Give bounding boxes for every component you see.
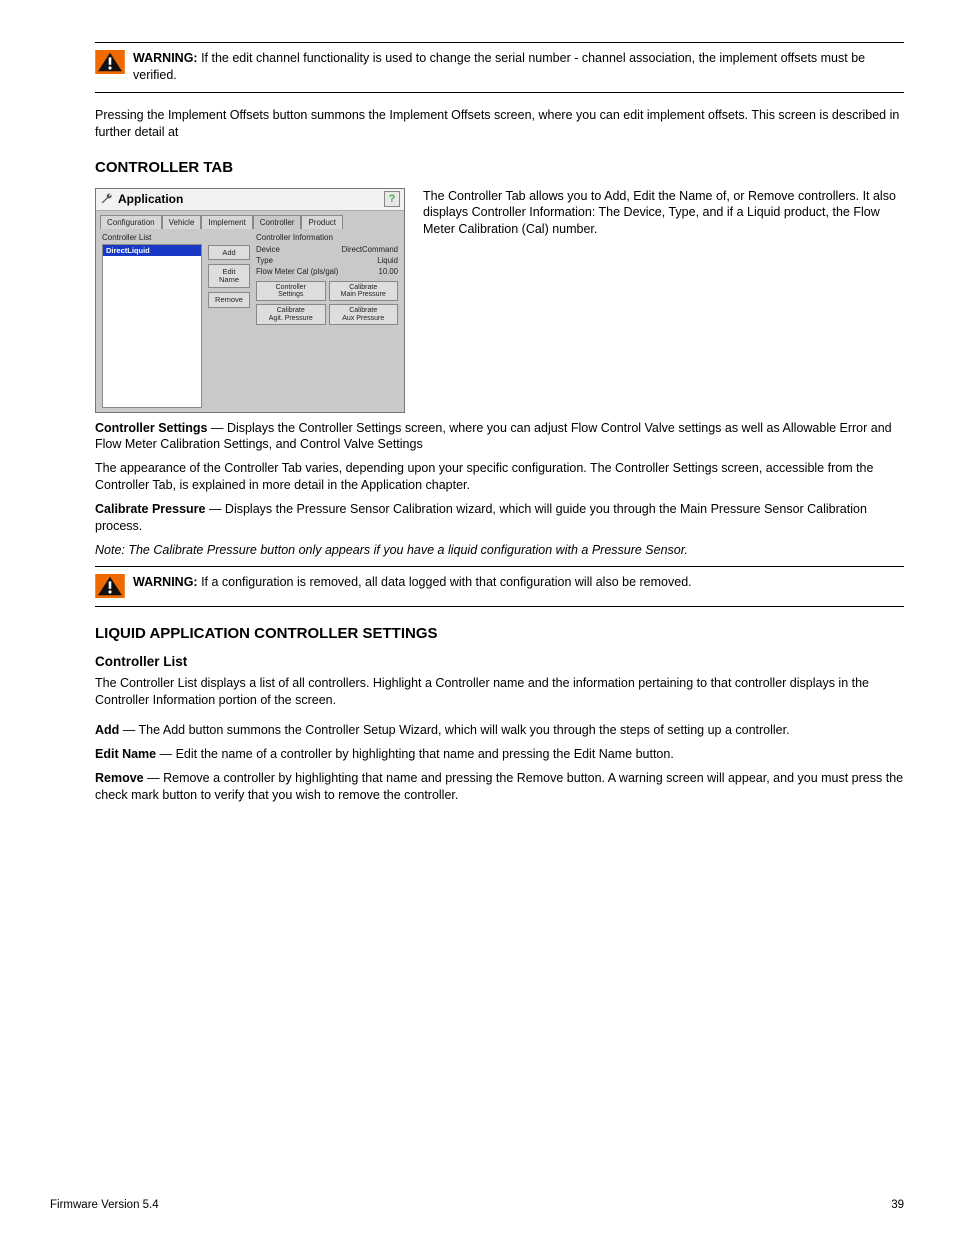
warning-icon bbox=[95, 50, 125, 74]
app-title: Application bbox=[118, 192, 183, 206]
term-controller-settings: Controller Settings — Displays the Contr… bbox=[95, 420, 904, 454]
implement-offsets-para: Pressing the Implement Offsets button su… bbox=[95, 107, 904, 141]
device-value: DirectCommand bbox=[342, 245, 398, 254]
edit-name-button[interactable]: Edit Name bbox=[208, 264, 250, 288]
type-value: Liquid bbox=[377, 256, 398, 265]
warning-row-1: WARNING: If the edit channel functionali… bbox=[95, 45, 904, 90]
footer-page-number: 39 bbox=[891, 1199, 904, 1211]
app-titlebar: Application ? bbox=[96, 189, 404, 211]
list-item[interactable]: DirectLiquid bbox=[103, 245, 201, 256]
controller-list[interactable]: DirectLiquid bbox=[102, 244, 202, 408]
controller-tab-description: The Controller Tab allows you to Add, Ed… bbox=[423, 188, 904, 239]
wrench-icon bbox=[100, 192, 114, 206]
calibrate-main-pressure-button[interactable]: Calibrate Main Pressure bbox=[329, 281, 399, 302]
controller-list-label: Controller List bbox=[102, 233, 202, 242]
term-add: Add — The Add button summons the Control… bbox=[95, 722, 904, 739]
controller-info-heading: Controller Information bbox=[256, 233, 398, 242]
type-label: Type bbox=[256, 256, 273, 265]
term-controller-appearance: The appearance of the Controller Tab var… bbox=[95, 460, 904, 494]
add-button[interactable]: Add bbox=[208, 245, 250, 261]
heading-liquid-settings: LIQUID APPLICATION CONTROLLER SETTINGS bbox=[95, 625, 904, 642]
warning-text-2: WARNING: If a configuration is removed, … bbox=[133, 574, 692, 591]
tab-vehicle[interactable]: Vehicle bbox=[162, 215, 202, 229]
note-calibrate-pressure: Note: The Calibrate Pressure button only… bbox=[95, 542, 904, 559]
device-label: Device bbox=[256, 245, 280, 254]
remove-button[interactable]: Remove bbox=[208, 292, 250, 308]
controller-settings-button[interactable]: Controller Settings bbox=[256, 281, 326, 302]
tab-implement[interactable]: Implement bbox=[201, 215, 252, 229]
calibrate-aux-pressure-button[interactable]: Calibrate Aux Pressure bbox=[329, 304, 399, 325]
flow-label: Flow Meter Cal (pls/gal) bbox=[256, 267, 338, 276]
term-calibrate-pressure: Calibrate Pressure — Displays the Pressu… bbox=[95, 501, 904, 535]
calibrate-agit-pressure-button[interactable]: Calibrate Agit. Pressure bbox=[256, 304, 326, 325]
help-button[interactable]: ? bbox=[384, 191, 400, 207]
warning-icon bbox=[95, 574, 125, 598]
warning-row-2: WARNING: If a configuration is removed, … bbox=[95, 569, 904, 604]
tab-configuration[interactable]: Configuration bbox=[100, 215, 162, 229]
tab-product[interactable]: Product bbox=[301, 215, 343, 229]
heading-controller-tab: CONTROLLER TAB bbox=[95, 159, 904, 176]
flow-value: 10.00 bbox=[378, 267, 398, 276]
app-tabs: Configuration Vehicle Implement Controll… bbox=[96, 211, 404, 229]
application-screenshot: Application ? Configuration Vehicle Impl… bbox=[95, 188, 405, 413]
warning-text-1: WARNING: If the edit channel functionali… bbox=[133, 50, 904, 84]
page-footer: Firmware Version 5.4 39 bbox=[50, 1199, 904, 1211]
heading-controller-list: Controller List bbox=[95, 654, 904, 669]
footer-left: Firmware Version 5.4 bbox=[50, 1199, 159, 1211]
tab-controller[interactable]: Controller bbox=[253, 215, 302, 229]
term-remove: Remove — Remove a controller by highligh… bbox=[95, 770, 904, 804]
term-edit-name: Edit Name — Edit the name of a controlle… bbox=[95, 746, 904, 763]
controller-list-para: The Controller List displays a list of a… bbox=[95, 675, 904, 709]
